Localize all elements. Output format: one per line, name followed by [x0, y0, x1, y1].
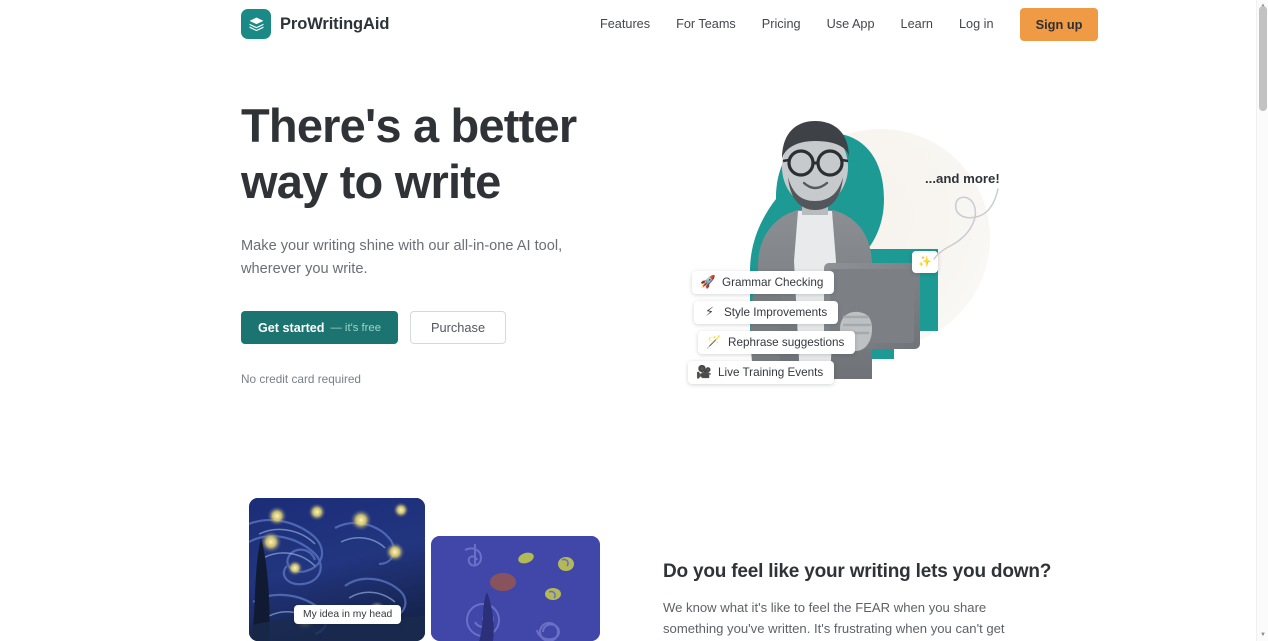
feature-chip-style-improvements[interactable]: ⚡ Style Improvements [694, 301, 839, 324]
rocket-icon: 🚀 [700, 275, 716, 290]
hero-actions: Get started — it's free Purchase [241, 311, 641, 344]
nav-item-pricing[interactable]: Pricing [749, 11, 814, 37]
my-idea-label: My idea in my head [294, 605, 402, 624]
squiggle-arrow-icon [933, 188, 999, 260]
feature-chip-grammar-checking[interactable]: 🚀 Grammar Checking [692, 271, 835, 294]
prowritingaid-book-logo-icon [241, 9, 271, 39]
brand-name: ProWritingAid [280, 14, 390, 33]
site-header: ProWritingAid Features For Teams Pricing… [0, 0, 1256, 48]
feature-chip-list: 🚀 Grammar Checking ⚡ Style Improvements … [688, 271, 856, 391]
video-camera-icon: 🎥 [696, 365, 712, 380]
feature-chip-label: Style Improvements [724, 306, 828, 319]
hero-title-line-2: way to write [241, 155, 501, 208]
page-root: ProWritingAid Features For Teams Pricing… [0, 0, 1268, 641]
lightning-icon: ⚡ [705, 305, 714, 320]
sparkle-icon: ✨ [918, 255, 932, 268]
feature-chip-label: Live Training Events [718, 366, 824, 379]
feature-chip-live-training-events[interactable]: 🎥 Live Training Events [688, 361, 835, 384]
no-credit-card-note: No credit card required [241, 372, 361, 386]
brand-logo-link[interactable]: ProWritingAid [241, 9, 389, 39]
feature-chip-label: Grammar Checking [722, 276, 824, 289]
get-started-label: Get started [258, 320, 325, 335]
hero-copy: There's a better way to write Make your … [241, 98, 641, 386]
feature-chip-label: Rephrase suggestions [728, 336, 845, 349]
and-more-label: ...and more! [925, 171, 1000, 186]
nav-item-features[interactable]: Features [600, 11, 663, 37]
section2-copy: Do you feel like your writing lets you d… [663, 561, 1052, 641]
feature-chip-rephrase-suggestions[interactable]: 🪄 Rephrase suggestions [698, 331, 856, 354]
nav-item-use-app[interactable]: Use App [814, 11, 888, 37]
get-started-suffix: — it's free [330, 321, 382, 334]
section2-body: We know what it's like to feel the FEAR … [663, 600, 1005, 636]
hero-illustration: ✨ ...and more! 🚀 Grammar Checking ⚡ Styl… [660, 103, 1020, 403]
scroll-down-arrow-icon[interactable]: ▼ [1257, 629, 1268, 641]
main-nav: Features For Teams Pricing Use App Learn… [600, 0, 1099, 48]
page-scrollbar[interactable]: ▲ ▼ [1256, 0, 1268, 641]
hero-title: There's a better way to write [241, 98, 641, 210]
get-started-button[interactable]: Get started — it's free [241, 311, 398, 344]
magic-wand-icon: 🪄 [706, 335, 722, 350]
hero-subtitle: Make your writing shine with our all-in-… [241, 238, 563, 277]
nav-item-log-in[interactable]: Log in [946, 11, 1007, 37]
section2-title: Do you feel like your writing lets you d… [663, 561, 1052, 582]
hero-title-line-1: There's a better [241, 99, 577, 152]
purchase-button[interactable]: Purchase [410, 311, 507, 344]
scrollbar-thumb[interactable] [1259, 6, 1267, 111]
simplified-starry-night-image [431, 536, 600, 641]
nav-item-learn[interactable]: Learn [888, 11, 946, 37]
sign-up-button[interactable]: Sign up [1019, 7, 1099, 41]
nav-item-for-teams[interactable]: For Teams [663, 11, 749, 37]
